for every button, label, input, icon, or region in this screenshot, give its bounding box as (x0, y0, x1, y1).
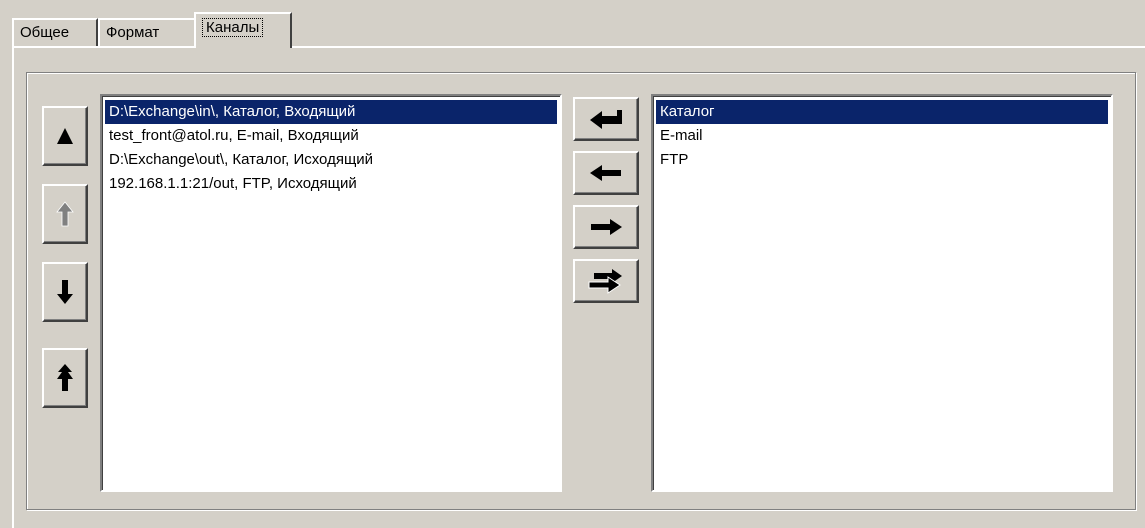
tab-channels[interactable]: Каналы (194, 12, 292, 48)
tab-general-label: Общее (20, 24, 70, 41)
tab-panel (12, 46, 1145, 528)
tab-channels-label: Каналы (202, 18, 264, 37)
tab-format-label: Формат (106, 24, 160, 41)
tab-format[interactable]: Формат (98, 18, 196, 46)
tab-general[interactable]: Общее (12, 18, 98, 46)
